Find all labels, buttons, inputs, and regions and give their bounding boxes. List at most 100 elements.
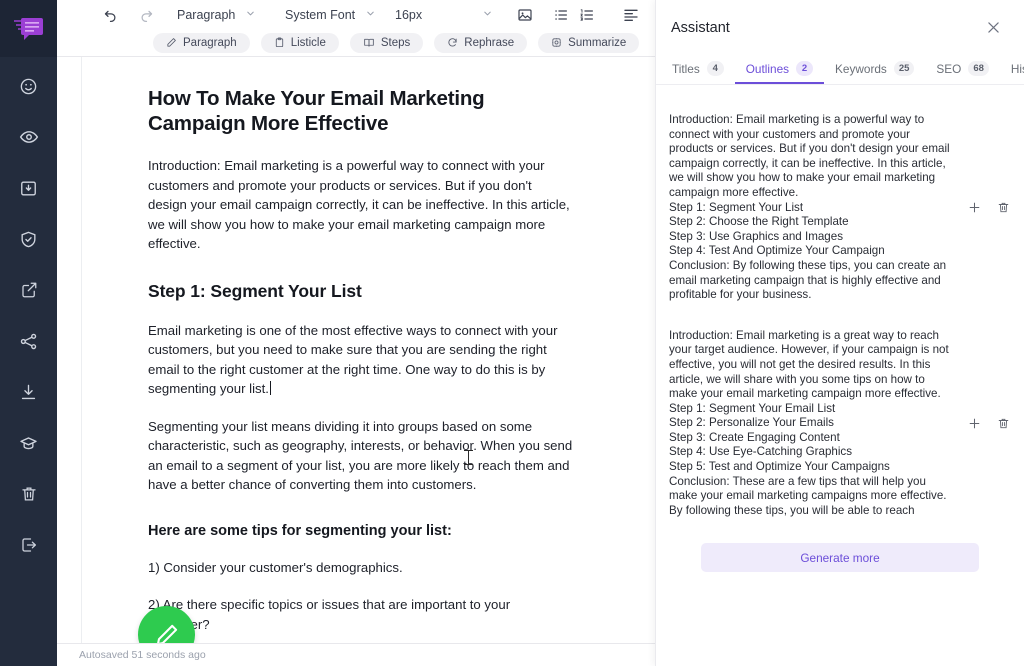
text-caret bbox=[269, 381, 271, 395]
graduation-cap-icon bbox=[20, 436, 37, 449]
generate-more-button[interactable]: Generate more bbox=[701, 543, 979, 573]
plus-icon bbox=[969, 418, 980, 429]
delete-outline-button[interactable] bbox=[997, 201, 1010, 214]
align-left-icon bbox=[624, 9, 638, 21]
chip-label: Summarize bbox=[568, 36, 627, 49]
font-family-select[interactable]: System Font bbox=[285, 3, 395, 27]
clipboard-icon bbox=[275, 37, 283, 48]
bulleted-list-button[interactable] bbox=[548, 3, 574, 27]
tab-outlines[interactable]: Outlines 2 bbox=[734, 55, 825, 84]
tab-keywords[interactable]: Keywords 25 bbox=[824, 55, 925, 84]
close-assistant-button[interactable] bbox=[985, 19, 1002, 36]
add-outline-button[interactable] bbox=[968, 417, 981, 430]
align-left-button[interactable] bbox=[618, 3, 644, 27]
tip-item-2: 2) Are there specific topics or issues t… bbox=[148, 597, 511, 632]
chevron-down-icon bbox=[482, 8, 493, 22]
rail-item-plagiarism[interactable] bbox=[12, 222, 46, 256]
font-size-select[interactable]: 16px bbox=[395, 3, 510, 27]
step-1-paragraph-1: Email marketing is one of the most effec… bbox=[148, 321, 573, 399]
external-link-icon bbox=[21, 282, 36, 298]
outline-text: Introduction: Email marketing is a power… bbox=[669, 113, 950, 302]
smiley-icon bbox=[20, 78, 37, 94]
delete-outline-button[interactable] bbox=[997, 417, 1010, 430]
redo-button[interactable] bbox=[133, 3, 159, 27]
autosave-status: Autosaved 51 seconds ago bbox=[79, 649, 206, 661]
gear-circle-icon bbox=[552, 38, 561, 47]
numbered-list-icon bbox=[580, 8, 593, 21]
rail-item-share[interactable] bbox=[12, 324, 46, 358]
tab-label: Titles bbox=[672, 61, 700, 76]
tab-seo[interactable]: SEO 68 bbox=[925, 55, 1000, 84]
image-icon bbox=[518, 8, 532, 21]
block-style-value: Paragraph bbox=[177, 7, 236, 22]
block-style-select[interactable]: Paragraph bbox=[177, 3, 285, 27]
redo-icon bbox=[141, 10, 152, 22]
assistant-title: Assistant bbox=[671, 19, 730, 36]
refresh-icon bbox=[448, 38, 457, 47]
font-size-value: 16px bbox=[395, 7, 423, 22]
pencil-icon bbox=[156, 624, 177, 643]
chip-label: Steps bbox=[380, 36, 411, 49]
trash-icon bbox=[21, 487, 36, 501]
bulleted-list-icon bbox=[555, 9, 567, 20]
chip-label: Listicle bbox=[290, 36, 326, 49]
book-icon bbox=[364, 38, 374, 47]
page-margin-rule bbox=[81, 57, 82, 643]
document-title: How To Make Your Email Marketing Campaig… bbox=[148, 87, 485, 135]
outline-card-actions bbox=[956, 201, 1010, 214]
left-rail bbox=[0, 0, 57, 666]
rail-item-preview[interactable] bbox=[12, 120, 46, 154]
outline-card[interactable]: Introduction: Email marketing is a power… bbox=[656, 100, 1024, 316]
rail-icon-list bbox=[0, 57, 57, 562]
inbox-upload-icon bbox=[21, 180, 36, 196]
chip-rephrase[interactable]: Rephrase bbox=[434, 32, 528, 53]
rail-item-academy[interactable] bbox=[12, 426, 46, 460]
undo-icon bbox=[104, 10, 115, 22]
rail-item-delete[interactable] bbox=[12, 477, 46, 511]
assistant-content: Introduction: Email marketing is a power… bbox=[656, 85, 1024, 666]
plus-icon bbox=[969, 203, 980, 213]
outline-card[interactable]: Introduction: Email marketing is a great… bbox=[656, 316, 1024, 532]
app-logo[interactable] bbox=[0, 0, 57, 57]
rail-item-download[interactable] bbox=[12, 375, 46, 409]
rail-item-open-external[interactable] bbox=[12, 273, 46, 307]
outline-card-actions bbox=[956, 417, 1010, 430]
chip-paragraph[interactable]: Paragraph bbox=[153, 32, 250, 53]
tip-item-1: 1) Consider your customer's demographics… bbox=[148, 559, 403, 575]
rail-item-import[interactable] bbox=[12, 171, 46, 205]
font-family-value: System Font bbox=[285, 7, 356, 22]
eye-icon bbox=[19, 131, 38, 143]
chip-label: Paragraph bbox=[183, 36, 237, 49]
chip-steps[interactable]: Steps bbox=[349, 32, 424, 53]
heading-step-1: Step 1: Segment Your List bbox=[148, 280, 362, 301]
generate-more-wrapper: Generate more bbox=[656, 531, 1024, 573]
chevron-down-icon bbox=[245, 8, 256, 22]
numbered-list-button[interactable] bbox=[574, 3, 600, 27]
insert-image-button[interactable] bbox=[512, 3, 538, 27]
add-outline-button[interactable] bbox=[968, 201, 981, 214]
chip-listicle[interactable]: Listicle bbox=[260, 32, 339, 53]
document-intro-paragraph: Introduction: Email marketing is a power… bbox=[148, 158, 570, 251]
tab-badge: 2 bbox=[796, 61, 814, 76]
document-body[interactable]: How To Make Your Email Marketing Campaig… bbox=[148, 57, 573, 643]
chevron-down-icon bbox=[365, 8, 376, 22]
rail-item-emoji[interactable] bbox=[12, 69, 46, 103]
heading-tips: Here are some tips for segmenting your l… bbox=[148, 522, 452, 539]
assistant-header: Assistant bbox=[656, 0, 1024, 55]
step-1-paragraph-1-text: Email marketing is one of the most effec… bbox=[148, 322, 558, 397]
chip-summarize[interactable]: Summarize bbox=[538, 32, 640, 53]
tab-label: Outlines bbox=[745, 61, 790, 76]
assistant-tabs: Titles 4 Outlines 2 Keywords 25 SEO 68 H… bbox=[656, 55, 1024, 85]
tab-badge: 4 bbox=[706, 61, 724, 76]
tab-history[interactable]: History bbox=[1000, 55, 1024, 84]
tab-titles[interactable]: Titles 4 bbox=[672, 55, 735, 84]
trash-icon bbox=[998, 203, 1009, 213]
chip-label: Rephrase bbox=[464, 36, 515, 49]
trash-icon bbox=[998, 418, 1009, 429]
rail-item-logout[interactable] bbox=[12, 528, 46, 562]
tab-label: SEO bbox=[936, 61, 962, 76]
undo-button[interactable] bbox=[97, 3, 123, 27]
step-1-paragraph-2: Segmenting your list means dividing it i… bbox=[148, 418, 573, 493]
app-root: Paragraph System Font 16px Paragraph Lis… bbox=[0, 0, 1024, 666]
logout-icon bbox=[21, 538, 36, 552]
